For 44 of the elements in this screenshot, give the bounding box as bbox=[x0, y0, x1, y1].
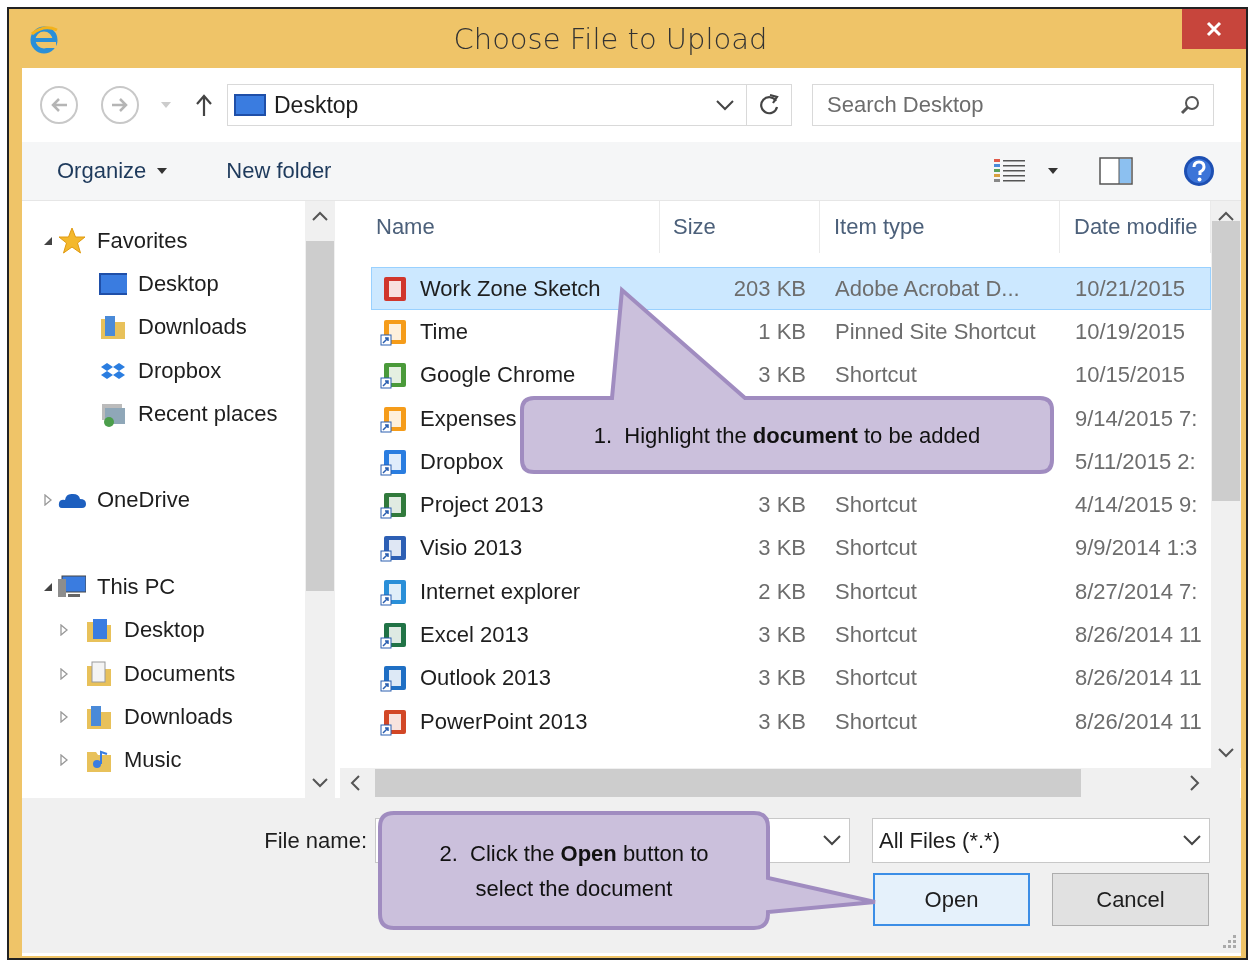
file-type: Pinned Site Shortcut bbox=[835, 318, 1036, 344]
file-size: 1 KB bbox=[758, 318, 806, 344]
date-modified: 4/14/2015 9: bbox=[1075, 492, 1198, 518]
file-type: Shortcut bbox=[835, 535, 917, 561]
file-name: Google Chrome bbox=[420, 362, 576, 389]
date-modified: 9/9/2014 1:3 bbox=[1075, 535, 1198, 561]
file-name: Outlook 2013 bbox=[420, 665, 551, 692]
file-size: 3 KB bbox=[758, 665, 806, 691]
file-size: 2 KB bbox=[758, 578, 806, 604]
file-name: PowerPoint 2013 bbox=[420, 708, 588, 735]
file-name: Project 2013 bbox=[420, 492, 544, 519]
file-type: Adobe Acrobat D... bbox=[835, 275, 1020, 301]
date-modified: 9/14/2015 7: bbox=[1075, 405, 1198, 431]
date-modified: 10/19/2015 bbox=[1075, 318, 1186, 344]
date-modified: 8/26/2014 11 bbox=[1075, 708, 1202, 734]
file-name: Excel 2013 bbox=[420, 622, 529, 648]
date-modified: 8/26/2014 11 bbox=[1075, 665, 1202, 691]
file-name-label: File name: bbox=[263, 827, 367, 854]
date-modified: 5/11/2015 2: bbox=[1075, 448, 1196, 474]
file-type: Shortcut bbox=[835, 622, 917, 647]
file-size: 3 KB bbox=[758, 362, 806, 388]
file-name: Internet explorer bbox=[420, 578, 581, 605]
file-size: 3 KB bbox=[758, 622, 806, 647]
file-name: Expenses bbox=[420, 405, 517, 432]
file-size: 3 KB bbox=[758, 492, 806, 518]
file-type: Shortcut bbox=[835, 362, 917, 388]
date-modified: 10/21/2015 bbox=[1075, 275, 1186, 301]
file-type: Shortcut bbox=[835, 708, 917, 734]
file-name: Time bbox=[420, 318, 469, 345]
file-type: Shortcut bbox=[835, 665, 917, 691]
date-modified: 8/26/2014 11 bbox=[1075, 622, 1202, 647]
date-modified: 8/27/2014 7: bbox=[1075, 578, 1198, 604]
file-size: 203 KB bbox=[733, 275, 806, 301]
window-title: Choose File to Upload bbox=[452, 21, 769, 56]
file-size: 3 KB bbox=[758, 535, 806, 561]
callout-text: 2. Click the Open button to select the document bbox=[438, 839, 710, 903]
file-type: Shortcut bbox=[835, 492, 917, 518]
file-name: Visio 2013 bbox=[420, 535, 523, 562]
file-name: Dropbox bbox=[420, 448, 504, 475]
file-size: 3 KB bbox=[758, 708, 806, 734]
date-modified: 10/15/2015 bbox=[1075, 362, 1186, 388]
file-name: Work Zone Sketch bbox=[420, 275, 601, 302]
callout-text: 1. Highlight the document to be added bbox=[593, 421, 981, 450]
file-type: Shortcut bbox=[835, 578, 917, 604]
